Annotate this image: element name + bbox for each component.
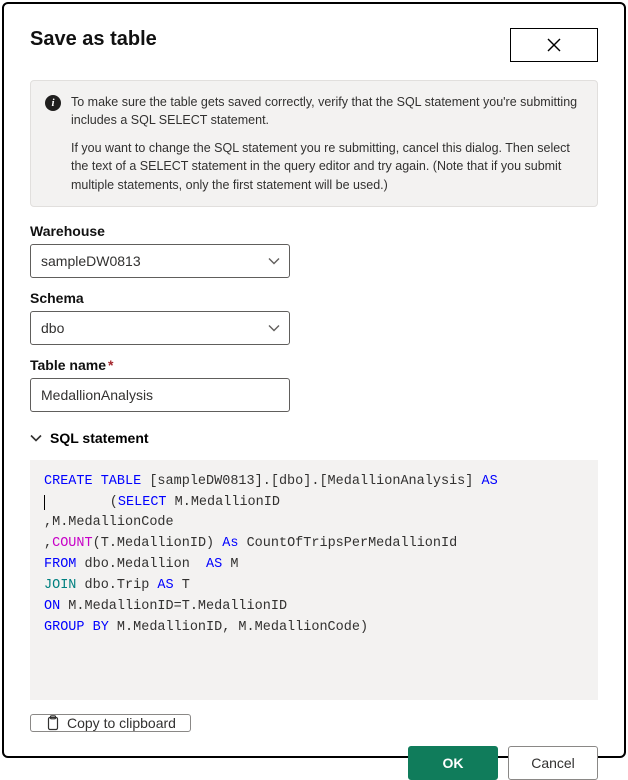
sql-kw: COUNT (52, 536, 93, 551)
sql-kw: FROM (44, 557, 76, 572)
copy-label: Copy to clipboard (67, 715, 176, 731)
dialog-header: Save as table (30, 28, 598, 62)
sql-statement-toggle[interactable]: SQL statement (30, 430, 598, 446)
clipboard-icon (45, 715, 59, 731)
sql-kw: GROUP BY (44, 620, 109, 635)
cancel-button[interactable]: Cancel (508, 746, 598, 780)
sql-text: [sampleDW0813].[dbo].[MedallionAnalysis] (141, 474, 481, 489)
sql-text: , (44, 536, 52, 551)
sql-text: M (222, 557, 238, 572)
save-as-table-dialog: Save as table i To make sure the table g… (2, 2, 626, 758)
sql-text: CountOfTripsPerMedallionId (247, 536, 458, 551)
sql-text: T (174, 578, 190, 593)
ok-button[interactable]: OK (408, 746, 498, 780)
sql-text: M.MedallionID, M.MedallionCode) (109, 620, 368, 635)
table-name-label: Table name* (30, 357, 598, 373)
sql-text: dbo.Trip (76, 578, 157, 593)
table-name-input[interactable] (30, 378, 290, 412)
sql-text: M.MedallionID=T.MedallionID (60, 599, 287, 614)
copy-to-clipboard-button[interactable]: Copy to clipboard (30, 714, 191, 732)
sql-kw: ON (44, 599, 60, 614)
dialog-footer: OK Cancel (30, 746, 598, 780)
sql-kw: AS (481, 474, 497, 489)
warehouse-select[interactable]: sampleDW0813 (30, 244, 290, 278)
info-paragraph-2: If you want to change the SQL statement … (71, 139, 583, 193)
table-name-group: Table name* (30, 357, 598, 412)
warehouse-label: Warehouse (30, 223, 598, 239)
schema-select[interactable]: dbo (30, 311, 290, 345)
sql-statement-label: SQL statement (50, 430, 149, 446)
chevron-down-icon (30, 434, 42, 442)
sql-kw: SELECT (118, 495, 167, 510)
close-button[interactable] (510, 28, 598, 62)
sql-kw: As (222, 536, 246, 551)
required-marker: * (108, 357, 113, 373)
info-icon: i (45, 95, 61, 111)
info-text: To make sure the table gets saved correc… (71, 93, 583, 194)
sql-text: (T.MedallionID) (93, 536, 223, 551)
dialog-title: Save as table (30, 28, 157, 51)
sql-kw: JOIN (44, 578, 76, 593)
sql-kw: AS (206, 557, 222, 572)
close-icon (546, 37, 562, 53)
sql-text: M.MedallionID (167, 495, 280, 510)
schema-label: Schema (30, 290, 598, 306)
sql-text: ,M.MedallionCode (44, 515, 174, 530)
schema-value: dbo (41, 320, 64, 336)
table-name-label-text: Table name (30, 357, 106, 373)
schema-group: Schema dbo (30, 290, 598, 345)
sql-text: dbo.Medallion (76, 557, 206, 572)
sql-kw: CREATE TABLE (44, 474, 141, 489)
info-box: i To make sure the table gets saved corr… (30, 80, 598, 207)
sql-kw: AS (157, 578, 173, 593)
sql-text: ( (45, 495, 118, 510)
info-paragraph-1: To make sure the table gets saved correc… (71, 93, 583, 129)
warehouse-value: sampleDW0813 (41, 253, 141, 269)
sql-statement-box[interactable]: CREATE TABLE [sampleDW0813].[dbo].[Medal… (30, 460, 598, 700)
warehouse-group: Warehouse sampleDW0813 (30, 223, 598, 278)
